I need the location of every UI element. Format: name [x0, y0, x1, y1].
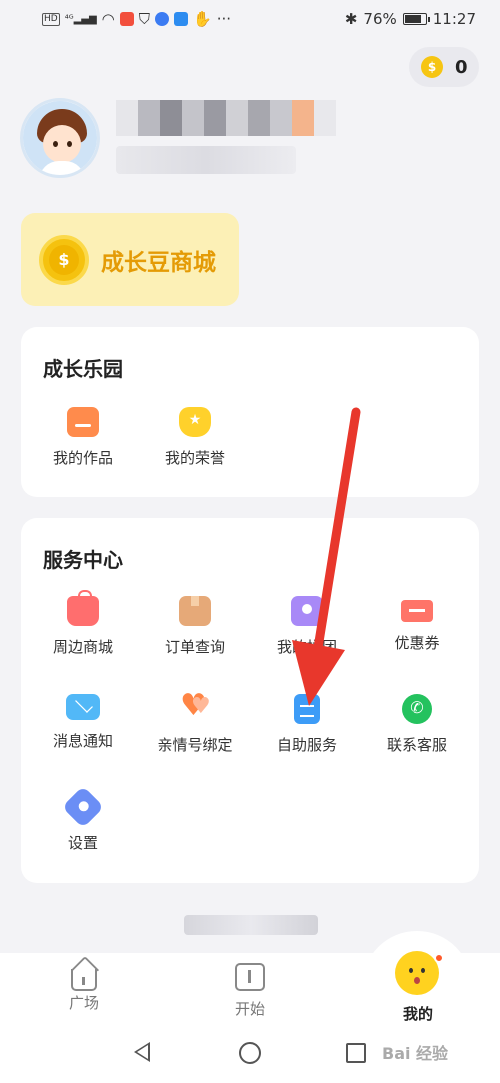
order-box-icon	[179, 596, 211, 626]
back-icon[interactable]	[134, 1042, 150, 1062]
tab-plaza[interactable]: 广场	[24, 963, 144, 1013]
coupon-icon	[401, 600, 433, 622]
group-buy-icon	[291, 596, 323, 626]
home-icon	[71, 969, 97, 991]
recent-apps-icon[interactable]	[346, 1043, 366, 1063]
mall-title: 成长豆商城	[101, 249, 216, 276]
works-icon	[67, 407, 99, 437]
my-group-buy-button[interactable]: 我的拼团	[257, 596, 357, 657]
order-query-button[interactable]: 订单查询	[145, 596, 245, 657]
contact-support-button[interactable]: 联系客服	[367, 694, 467, 755]
my-honors-button[interactable]: 我的荣誉	[145, 407, 245, 468]
family-number-binding-button[interactable]: 亲情号绑定	[145, 688, 245, 755]
coin-icon: $	[421, 56, 443, 78]
wifi-icon: ◠	[101, 10, 115, 28]
honor-icon	[179, 407, 211, 437]
battery-percent: 76%	[363, 10, 397, 28]
mine-face-icon	[395, 951, 439, 995]
status-icons: HD ⁴ᴳ▂▄▆ ◠ ⛉ ✋ ···	[42, 10, 231, 28]
growth-park-title: 成长乐园	[43, 357, 123, 381]
self-service-button[interactable]: 自助服务	[257, 694, 357, 755]
tab-start[interactable]: 开始	[190, 963, 310, 1019]
coupon-button[interactable]: 优惠券	[367, 596, 467, 653]
service-center-card: 服务中心 周边商城 订单查询 我的拼团 优惠券 消息通知 亲情号绑定 自助服务 …	[21, 518, 479, 883]
username-blurred	[116, 100, 336, 136]
shield-icon: ⛉	[138, 10, 151, 28]
coin-icon: $	[39, 234, 89, 285]
more-status-icon: ···	[216, 10, 232, 28]
status-bar: HD ⁴ᴳ▂▄▆ ◠ ⛉ ✋ ··· ✱ 76% 11:27	[0, 0, 500, 38]
app-notification-icon	[119, 12, 134, 26]
battery-icon	[402, 13, 430, 25]
shop-bag-icon	[67, 590, 99, 626]
home-circle-icon[interactable]	[239, 1042, 261, 1064]
growth-bean-mall-card[interactable]: $ 成长豆商城	[21, 213, 239, 306]
self-service-icon	[294, 694, 320, 724]
my-works-button[interactable]: 我的作品	[33, 407, 133, 468]
footer-blurred-text	[184, 915, 318, 935]
signal-icon: ⁴ᴳ▂▄▆	[64, 13, 97, 25]
bluetooth-icon: ✱	[344, 10, 358, 28]
start-icon	[235, 963, 265, 991]
clock: 11:27	[432, 10, 476, 28]
avatar[interactable]	[20, 98, 100, 178]
service-center-title: 服务中心	[43, 548, 123, 572]
user-subtitle-blurred	[116, 146, 296, 174]
settings-button[interactable]: 设置	[33, 785, 133, 853]
growth-park-card: 成长乐园 我的作品 我的荣誉	[21, 327, 479, 497]
hearts-icon	[179, 688, 211, 724]
merch-mall-button[interactable]: 周边商城	[33, 590, 133, 657]
chat-icon	[402, 694, 432, 724]
notification-dot	[434, 953, 444, 963]
music-icon	[155, 12, 170, 26]
hand-icon: ✋	[193, 10, 212, 28]
cloud-icon	[174, 12, 189, 26]
settings-icon	[61, 785, 105, 829]
watermark: Bai 经验	[382, 1044, 449, 1063]
coin-balance-pill[interactable]: $ 0	[409, 47, 479, 87]
system-nav-bar: Bai 经验	[0, 1030, 500, 1083]
bottom-tab-bar: 广场 开始 我的	[0, 931, 500, 1030]
envelope-icon	[66, 694, 100, 720]
coin-balance: 0	[455, 56, 468, 78]
hd-icon: HD	[42, 12, 60, 26]
notifications-button[interactable]: 消息通知	[33, 694, 133, 751]
status-right: ✱ 76% 11:27	[345, 10, 476, 28]
